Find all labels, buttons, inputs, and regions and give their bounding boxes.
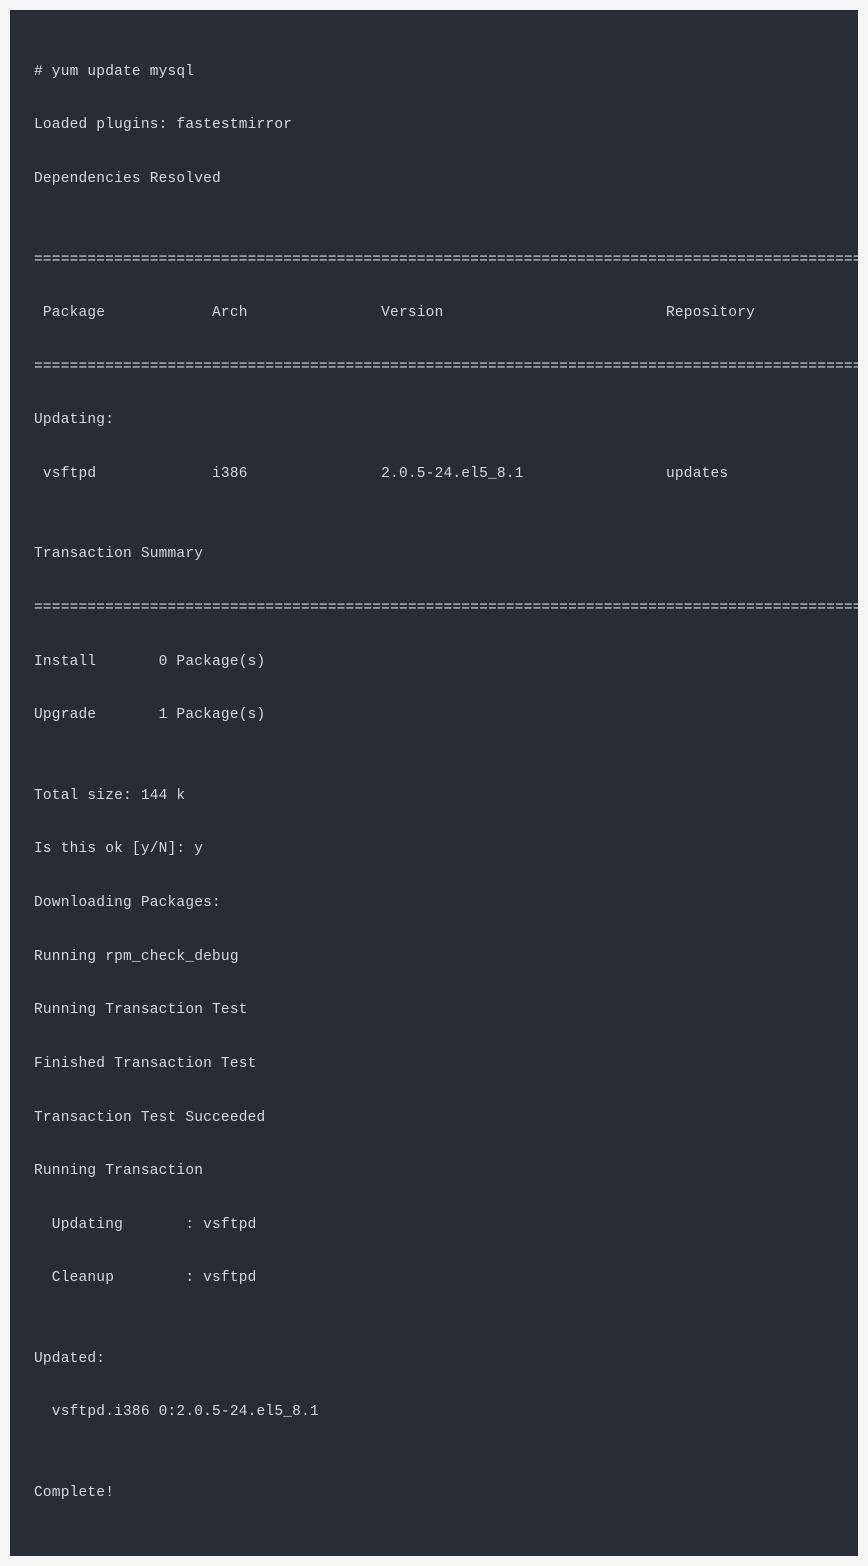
confirm-prompt: Is this ok [y/N]: y bbox=[34, 836, 834, 863]
cleanup-pkg-line: Cleanup : vsftpd bbox=[34, 1265, 834, 1292]
tx-summary-label: Transaction Summary bbox=[34, 541, 834, 568]
divider-line: ========================================… bbox=[34, 354, 834, 381]
updated-pkg-line: vsftpd.i386 0:2.0.5-24.el5_8.1 bbox=[34, 1399, 834, 1426]
total-size: Total size: 144 k bbox=[34, 783, 834, 810]
divider-line: ========================================… bbox=[34, 595, 834, 622]
upgrade-row: Upgrade 1 Package(s) bbox=[34, 702, 834, 729]
terminal-output: # yum update mysql Loaded plugins: faste… bbox=[10, 10, 858, 1556]
table-header: Package Arch Version Repository bbox=[34, 300, 834, 327]
plugins-line: Loaded plugins: fastestmirror bbox=[34, 112, 834, 139]
deps-line: Dependencies Resolved bbox=[34, 166, 834, 193]
complete-line: Complete! bbox=[34, 1480, 834, 1507]
tx-test-run-line: Running Transaction Test bbox=[34, 997, 834, 1024]
tx-run-line: Running Transaction bbox=[34, 1158, 834, 1185]
command-line: # yum update mysql bbox=[34, 59, 834, 86]
install-row: Install 0 Package(s) bbox=[34, 649, 834, 676]
divider-line: ========================================… bbox=[34, 247, 834, 274]
updating-label: Updating: bbox=[34, 407, 834, 434]
tx-test-ok-line: Transaction Test Succeeded bbox=[34, 1105, 834, 1132]
rpm-check-line: Running rpm_check_debug bbox=[34, 944, 834, 971]
updated-label: Updated: bbox=[34, 1346, 834, 1373]
updating-pkg-line: Updating : vsftpd bbox=[34, 1212, 834, 1239]
package-row: vsftpd i386 2.0.5-24.el5_8.1 updates bbox=[34, 461, 834, 488]
downloading-line: Downloading Packages: bbox=[34, 890, 834, 917]
tx-test-fin-line: Finished Transaction Test bbox=[34, 1051, 834, 1078]
